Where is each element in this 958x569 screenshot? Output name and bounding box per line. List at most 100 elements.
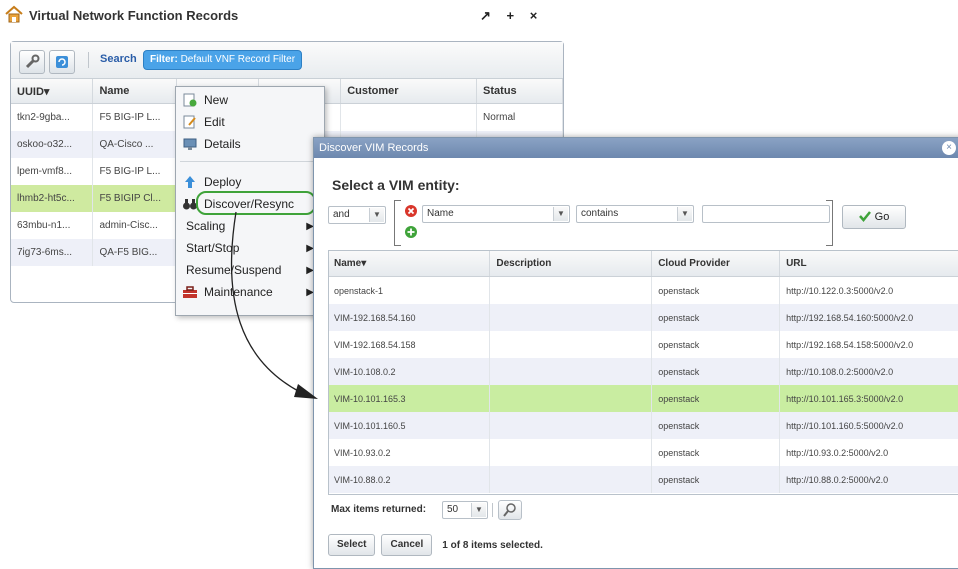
- close-icon[interactable]: ×: [942, 141, 956, 155]
- records-toolbar: Search Filter: Default VNF Record Filter: [11, 42, 563, 79]
- column-header-uuid[interactable]: UUID▾: [11, 79, 94, 104]
- cell-name: admin-Cisc...: [92, 212, 178, 239]
- filter-badge[interactable]: Filter: Default VNF Record Filter: [143, 50, 303, 70]
- cell-uuid: oskoo-o32...: [11, 131, 94, 158]
- column-header-customer[interactable]: Customer: [340, 79, 478, 104]
- menu-item-edit[interactable]: Edit: [176, 111, 324, 133]
- menu-item-resume-suspend[interactable]: Resume/Suspend ▶: [176, 259, 324, 281]
- toolbox-icon: [182, 285, 198, 299]
- menu-item-start-stop[interactable]: Start/Stop ▶: [176, 237, 324, 259]
- field-select[interactable]: Name ▼: [422, 205, 570, 223]
- dialog-heading: Select a VIM entity:: [332, 177, 460, 193]
- menu-item-details[interactable]: Details: [176, 133, 324, 155]
- wrench-icon: [25, 54, 40, 69]
- cell-cloud-provider: openstack: [651, 385, 781, 412]
- wrench-button[interactable]: [19, 50, 45, 74]
- details-icon: [182, 137, 198, 151]
- cancel-button[interactable]: Cancel: [381, 534, 433, 556]
- dialog-footer: Select Cancel 1 of 8 items selected.: [328, 534, 543, 556]
- filter-value-input[interactable]: [702, 205, 830, 223]
- cell-description: [489, 412, 653, 439]
- house-network-icon: [4, 5, 24, 26]
- cell-cloud-provider: openstack: [651, 331, 781, 358]
- cell-url: http://10.93.0.2:5000/v2.0: [779, 439, 958, 466]
- go-label: Go: [874, 211, 890, 223]
- cell-name: VIM-192.168.54.158: [328, 331, 491, 358]
- dialog-title-bar[interactable]: Discover VIM Records ×: [314, 138, 958, 158]
- operator-select-value: contains: [581, 208, 619, 219]
- chevron-down-icon: ▼: [471, 503, 486, 517]
- cell-uuid: lhmb2-ht5c...: [11, 185, 94, 212]
- table-row[interactable]: VIM-192.168.54.160 openstack http://192.…: [328, 304, 958, 331]
- checkmark-icon: [858, 210, 871, 225]
- edit-doc-icon: [182, 115, 198, 129]
- column-header-url[interactable]: URL: [779, 250, 958, 277]
- menu-item-scaling[interactable]: Scaling ▶: [176, 215, 324, 237]
- table-row-selected[interactable]: VIM-10.101.165.3 openstack http://10.101…: [328, 385, 958, 412]
- cell-description: [489, 276, 653, 304]
- add-condition-icon[interactable]: [404, 225, 418, 242]
- chevron-down-icon: ▼: [553, 207, 568, 221]
- column-header-name[interactable]: Name▾: [328, 250, 491, 277]
- menu-item-label: New: [204, 93, 229, 107]
- cell-name: VIM-192.168.54.160: [328, 304, 491, 331]
- cell-cloud-provider: openstack: [651, 358, 781, 385]
- table-row[interactable]: VIM-192.168.54.158 openstack http://192.…: [328, 331, 958, 358]
- operator-select[interactable]: contains ▼: [576, 205, 694, 223]
- cell-cloud-provider: openstack: [651, 276, 781, 304]
- cell-name: F5 BIG-IP L...: [92, 158, 178, 185]
- menu-item-label: Deploy: [204, 175, 242, 189]
- cell-url: http://10.101.165.3:5000/v2.0: [779, 385, 958, 412]
- select-button[interactable]: Select: [328, 534, 376, 556]
- divider: [492, 503, 493, 517]
- vim-table: Name▾ Description Cloud Provider URL ope…: [328, 250, 958, 493]
- search-link[interactable]: Search: [100, 53, 137, 65]
- cell-customer: [340, 103, 478, 131]
- logic-select[interactable]: and ▼: [328, 206, 386, 224]
- menu-item-deploy[interactable]: Deploy: [176, 171, 324, 193]
- max-items-value: 50: [447, 504, 459, 515]
- menu-item-label: Start/Stop: [186, 241, 240, 255]
- refresh-icon: [56, 56, 68, 68]
- window-actions[interactable]: ↗ + ×: [480, 8, 543, 24]
- cell-description: [489, 304, 653, 331]
- search-button[interactable]: [498, 500, 522, 520]
- menu-item-maintenance[interactable]: Maintenance ▶: [176, 281, 324, 303]
- chevron-down-icon: ▼: [369, 208, 384, 222]
- cell-status: Normal: [476, 103, 563, 131]
- table-row[interactable]: VIM-10.88.0.2 openstack http://10.88.0.2…: [328, 466, 958, 493]
- column-header-cloud-provider[interactable]: Cloud Provider: [651, 250, 781, 277]
- cell-url: http://192.168.54.158:5000/v2.0: [779, 331, 958, 358]
- bracket-left: [394, 200, 401, 246]
- table-row[interactable]: VIM-10.93.0.2 openstack http://10.93.0.2…: [328, 439, 958, 466]
- cell-uuid: 63mbu-n1...: [11, 212, 94, 239]
- cell-name: openstack-1: [328, 276, 491, 304]
- cell-name: VIM-10.101.165.3: [328, 385, 491, 412]
- table-row[interactable]: VIM-10.108.0.2 openstack http://10.108.0…: [328, 358, 958, 385]
- max-items-select[interactable]: 50 ▼: [442, 501, 488, 519]
- chevron-down-icon: ▼: [677, 207, 692, 221]
- dialog-title: Discover VIM Records: [319, 142, 429, 154]
- cell-url: http://10.101.160.5:5000/v2.0: [779, 412, 958, 439]
- cell-name: QA-F5 BIG...: [92, 239, 178, 266]
- column-header-name[interactable]: Name: [92, 79, 178, 104]
- cell-url: http://10.122.0.3:5000/v2.0: [779, 276, 958, 304]
- max-items-label: Max items returned:: [331, 504, 427, 515]
- bracket-right: [826, 200, 833, 246]
- field-select-value: Name: [427, 208, 454, 219]
- column-header-description[interactable]: Description: [489, 250, 653, 277]
- cell-cloud-provider: openstack: [651, 466, 781, 493]
- refresh-button[interactable]: [49, 50, 75, 74]
- remove-condition-icon[interactable]: [404, 204, 418, 221]
- cell-name: VIM-10.101.160.5: [328, 412, 491, 439]
- toolbar-divider: [88, 52, 89, 68]
- cell-name: VIM-10.108.0.2: [328, 358, 491, 385]
- cell-name: QA-Cisco ...: [92, 131, 178, 158]
- column-header-status[interactable]: Status: [476, 79, 563, 104]
- table-row[interactable]: openstack-1 openstack http://10.122.0.3:…: [328, 276, 958, 304]
- cell-description: [489, 358, 653, 385]
- go-button[interactable]: Go: [842, 205, 906, 229]
- filter-prefix: Filter:: [150, 54, 178, 65]
- table-row[interactable]: VIM-10.101.160.5 openstack http://10.101…: [328, 412, 958, 439]
- menu-item-new[interactable]: New: [176, 89, 324, 111]
